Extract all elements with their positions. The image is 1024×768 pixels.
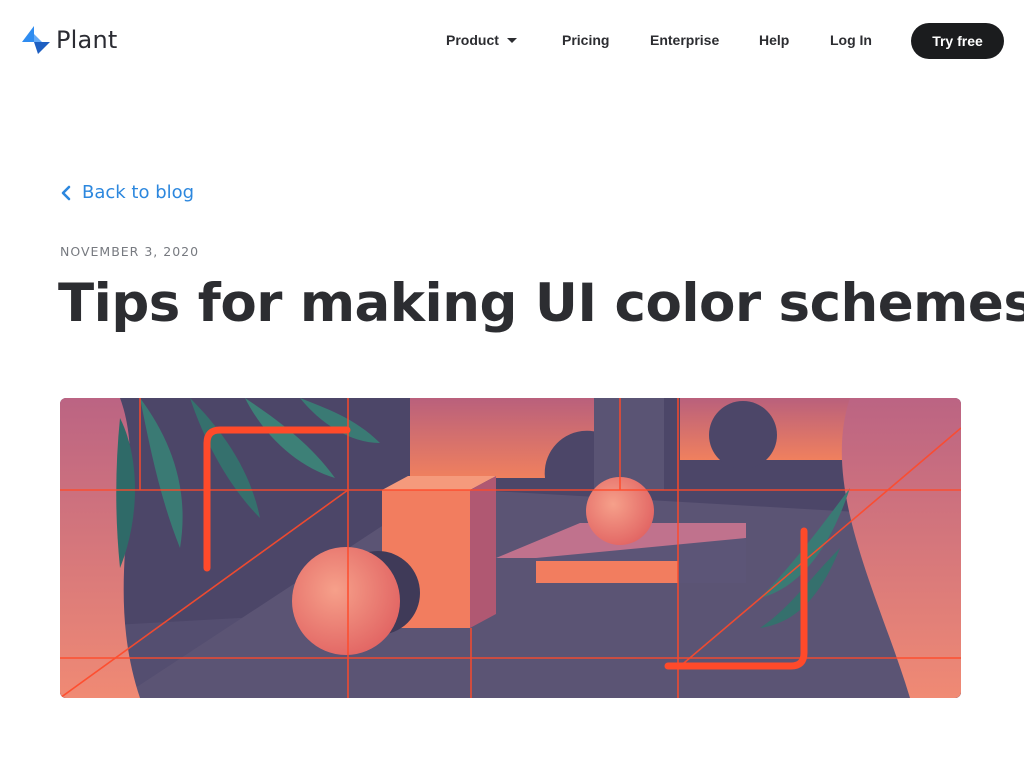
try-free-button[interactable]: Try free (911, 23, 1004, 59)
nav-help-link[interactable]: Help (759, 31, 789, 49)
back-to-blog-link[interactable]: Back to blog (60, 182, 194, 203)
post-date: NOVEMBER 3, 2020 (60, 244, 200, 259)
back-to-blog-label: Back to blog (82, 182, 195, 203)
hero-illustration-image (60, 398, 961, 698)
site-header: Plant Product Pricing Enterprise Help Lo… (0, 0, 1024, 82)
post-title: Tips for making UI color schemes (58, 273, 1024, 334)
nav-product-label: Product (446, 32, 499, 48)
chevron-left-icon (61, 185, 71, 200)
nav-pricing-link[interactable]: Pricing (562, 31, 609, 49)
nav-enterprise-link[interactable]: Enterprise (650, 31, 719, 49)
home-logo-link[interactable]: Plant (20, 23, 117, 57)
brand-name: Plant (56, 26, 118, 54)
plant-logo-icon (22, 26, 50, 54)
nav-login-link[interactable]: Log In (830, 31, 872, 49)
caret-down-icon (506, 37, 517, 43)
hero-illustration (60, 398, 961, 698)
nav-product-dropdown[interactable]: Product (446, 31, 517, 49)
